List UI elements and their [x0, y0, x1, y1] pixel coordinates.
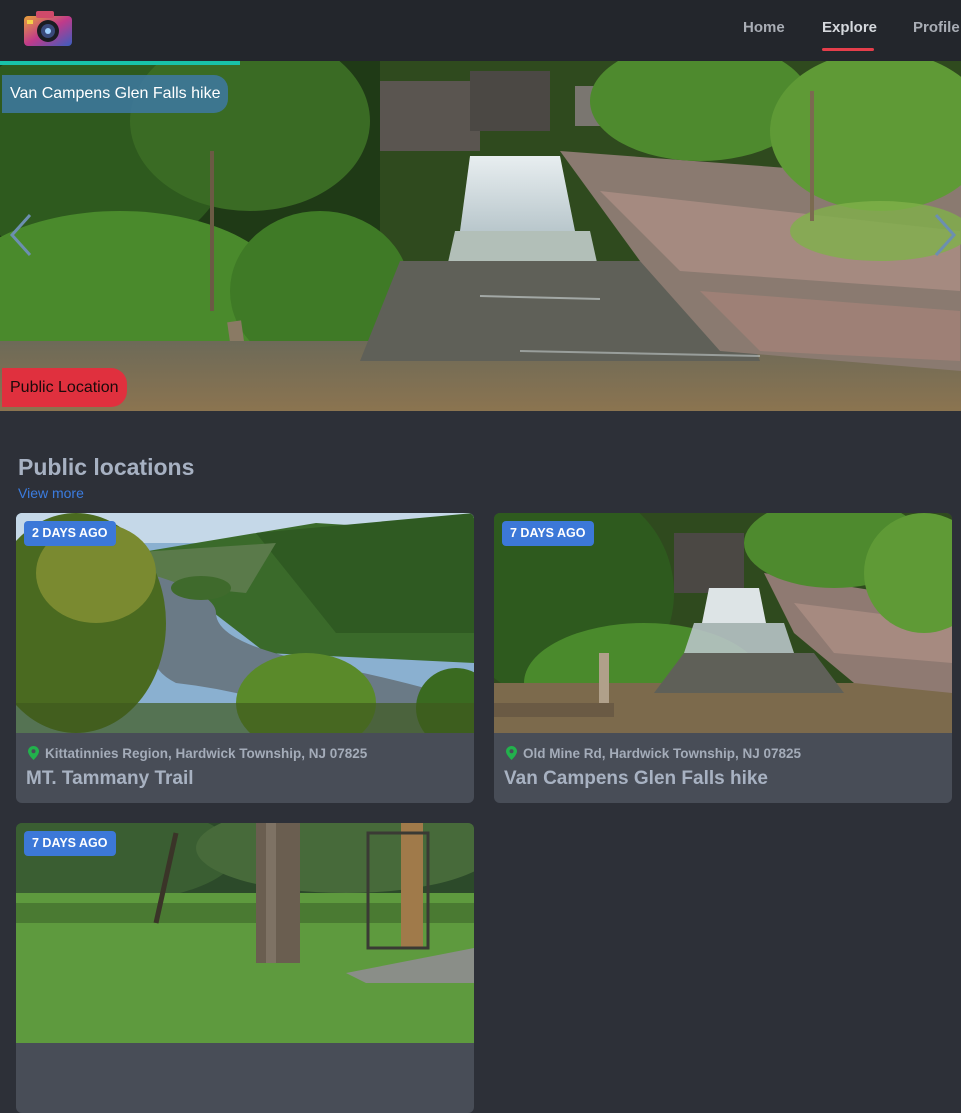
- chevron-right-icon[interactable]: [930, 211, 960, 259]
- section-title: Public locations: [18, 454, 195, 480]
- location-card[interactable]: 7 DAYS AGO: [16, 823, 474, 1113]
- active-nav-indicator: [822, 48, 874, 51]
- park-field-photo: [16, 823, 474, 1043]
- hero-waterfall-image: [0, 61, 961, 411]
- view-more-link[interactable]: View more: [18, 485, 84, 501]
- location-card[interactable]: 7 DAYS AGO Old Mine Rd, Hardwick Townshi…: [494, 513, 952, 803]
- card-location-text: Kittatinnies Region, Hardwick Township, …: [45, 745, 368, 761]
- waterfall-photo: [494, 513, 952, 733]
- hero-carousel[interactable]: Van Campens Glen Falls hike Public Locat…: [0, 61, 961, 411]
- river-valley-photo: [16, 513, 474, 733]
- nav-explore[interactable]: Explore: [822, 19, 877, 36]
- hero-title: Van Campens Glen Falls hike: [2, 75, 229, 113]
- card-title: MT. Tammany Trail: [26, 768, 194, 789]
- public-location-badge: Public Location: [2, 368, 127, 407]
- map-pin-icon: [506, 746, 517, 760]
- time-badge: 2 DAYS AGO: [24, 521, 116, 546]
- time-badge: 7 DAYS AGO: [24, 831, 116, 856]
- map-pin-icon: [28, 746, 39, 760]
- nav-profile[interactable]: Profile: [913, 19, 960, 36]
- card-location: Kittatinnies Region, Hardwick Township, …: [28, 744, 367, 762]
- time-badge: 7 DAYS AGO: [502, 521, 594, 546]
- card-location-text: Old Mine Rd, Hardwick Township, NJ 07825: [523, 745, 802, 761]
- top-navigation-bar: Home Explore Profile: [0, 0, 961, 61]
- carousel-progress-bar: [0, 61, 240, 65]
- card-title: Van Campens Glen Falls hike: [504, 768, 768, 789]
- location-card[interactable]: 2 DAYS AGO Kittatinnies Region, Hardwick…: [16, 513, 474, 803]
- nav-home[interactable]: Home: [743, 19, 785, 36]
- card-location: Old Mine Rd, Hardwick Township, NJ 07825: [506, 744, 801, 762]
- camera-logo-icon[interactable]: [22, 8, 74, 48]
- chevron-left-icon[interactable]: [6, 211, 36, 259]
